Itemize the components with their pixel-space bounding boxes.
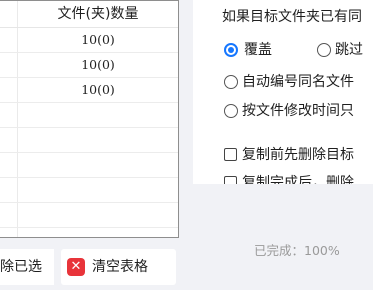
column-header-file-count[interactable]: 文件(夹)数量 xyxy=(18,1,178,28)
file-count-cell: 10(0) xyxy=(81,57,115,72)
conflict-heading: 如果目标文件夹已有同 xyxy=(222,9,362,25)
modified-time-radio[interactable] xyxy=(224,104,238,118)
table-header: 文件(夹)数量 xyxy=(0,1,178,28)
empty-table-row xyxy=(0,128,178,153)
delete-before-copy-checkbox[interactable] xyxy=(224,148,237,161)
empty-table-row xyxy=(0,203,178,228)
copy-options-panel: 如果目标文件夹已有同 覆盖 跳过 自动编号同名文件 按文件修改时间只 复制前先删… xyxy=(193,0,373,184)
file-copy-window: 文件(夹)数量 10(0) 10(0) 10(0) 除已选 ✕ 清空表格 如果目… xyxy=(0,0,373,290)
clear-table-button[interactable]: ✕ 清空表格 xyxy=(61,249,176,285)
delete-selected-button[interactable]: 除已选 xyxy=(0,249,54,285)
table-row[interactable]: 10(0) xyxy=(0,28,178,53)
file-count-cell: 10(0) xyxy=(81,82,115,97)
delete-after-copy-label[interactable]: 复制完成后，删除 xyxy=(242,173,354,184)
empty-table-row xyxy=(0,103,178,128)
overwrite-label[interactable]: 覆盖 xyxy=(244,40,272,60)
delete-after-copy-checkbox[interactable] xyxy=(224,176,237,184)
auto-rename-radio[interactable] xyxy=(224,75,238,89)
empty-table-row xyxy=(0,153,178,178)
file-table[interactable]: 文件(夹)数量 10(0) 10(0) 10(0) xyxy=(0,0,179,238)
overwrite-radio[interactable] xyxy=(224,43,238,57)
modified-time-label[interactable]: 按文件修改时间只 xyxy=(242,101,354,121)
clear-table-label: 清空表格 xyxy=(92,259,148,275)
skip-radio[interactable] xyxy=(317,43,331,57)
completion-status: 已完成：100% xyxy=(254,243,340,258)
delete-before-copy-label[interactable]: 复制前先删除目标 xyxy=(242,145,354,165)
auto-rename-label[interactable]: 自动编号同名文件 xyxy=(242,72,354,92)
table-row[interactable]: 10(0) xyxy=(0,78,178,103)
delete-selected-label: 除已选 xyxy=(0,259,42,275)
file-count-cell: 10(0) xyxy=(81,32,115,47)
skip-label[interactable]: 跳过 xyxy=(335,40,363,60)
red-x-icon: ✕ xyxy=(67,258,85,276)
empty-table-row xyxy=(0,178,178,203)
table-row[interactable]: 10(0) xyxy=(0,53,178,78)
